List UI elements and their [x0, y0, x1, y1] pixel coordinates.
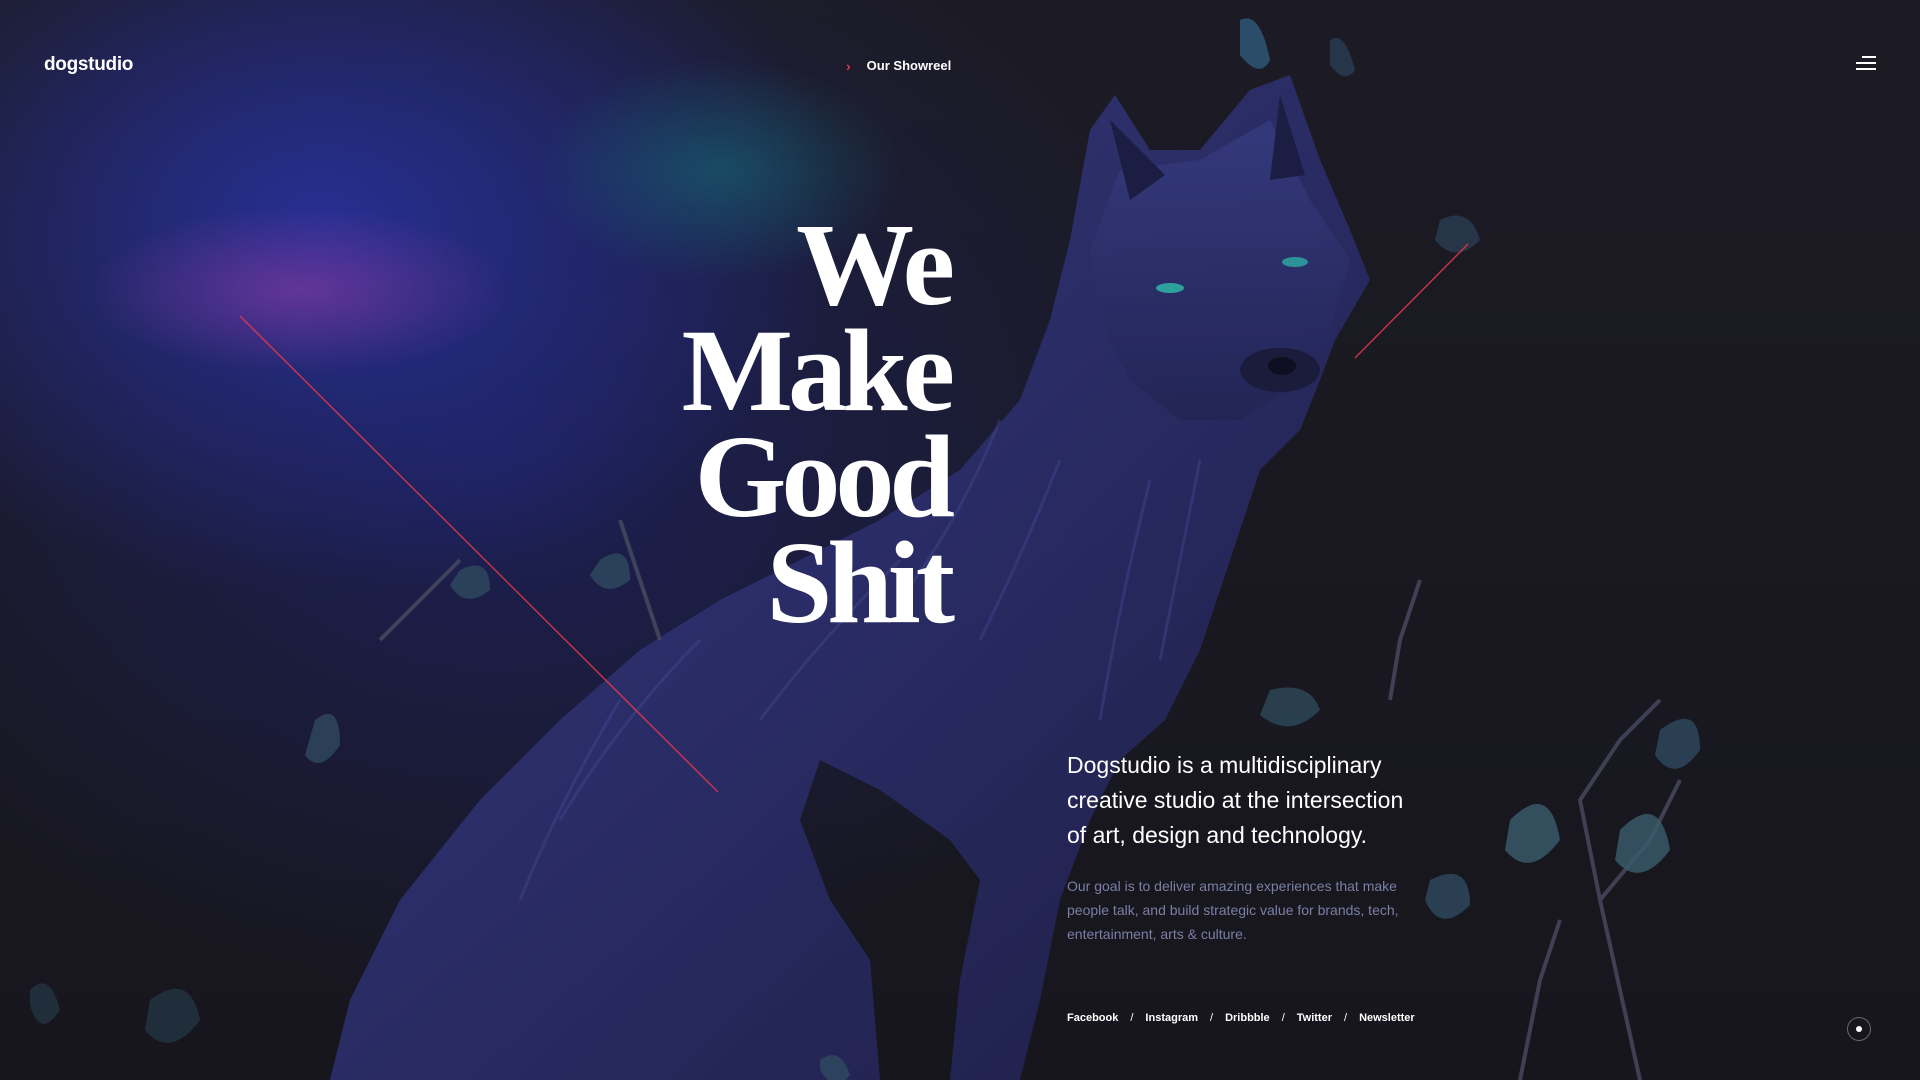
hero-headline: We Make Good Shit: [681, 199, 955, 648]
separator: /: [1210, 1012, 1214, 1024]
newsletter-link[interactable]: Newsletter: [1359, 1012, 1415, 1024]
facebook-link[interactable]: Facebook: [1067, 1012, 1118, 1024]
instagram-link[interactable]: Instagram: [1145, 1012, 1198, 1024]
headline-line: Shit: [766, 517, 955, 648]
separator: /: [1130, 1012, 1134, 1024]
wolf-illustration: [30, 18, 1700, 1080]
hamburger-menu-icon[interactable]: [1856, 56, 1876, 72]
separator: /: [1344, 1012, 1348, 1024]
menu-line: [1862, 56, 1876, 58]
headline-line: Good: [694, 411, 955, 542]
headline-line: We: [796, 199, 955, 330]
hero-stage: dogstudio › Our Showreel We Make Good Sh…: [0, 0, 1920, 1080]
dribbble-link[interactable]: Dribbble: [1225, 1012, 1270, 1024]
chevron-right-icon: ›: [846, 57, 851, 74]
goal-text: Our goal is to deliver amazing experienc…: [1067, 878, 1399, 942]
showreel-label: Our Showreel: [866, 58, 952, 73]
menu-line: [1856, 62, 1876, 64]
intro-text: Dogstudio is a multidisciplinary creativ…: [1067, 752, 1404, 848]
scroll-indicator-icon[interactable]: [1847, 1017, 1871, 1041]
headline-line: Make: [681, 305, 955, 436]
twitter-link[interactable]: Twitter: [1297, 1012, 1332, 1024]
social-links: Facebook / Instagram / Dribbble / Twitte…: [1067, 1012, 1415, 1024]
separator: /: [1281, 1012, 1285, 1024]
menu-line: [1856, 68, 1876, 70]
dogstudio-logo[interactable]: dogstudio: [44, 54, 133, 76]
showreel-link[interactable]: › Our Showreel: [846, 58, 951, 73]
